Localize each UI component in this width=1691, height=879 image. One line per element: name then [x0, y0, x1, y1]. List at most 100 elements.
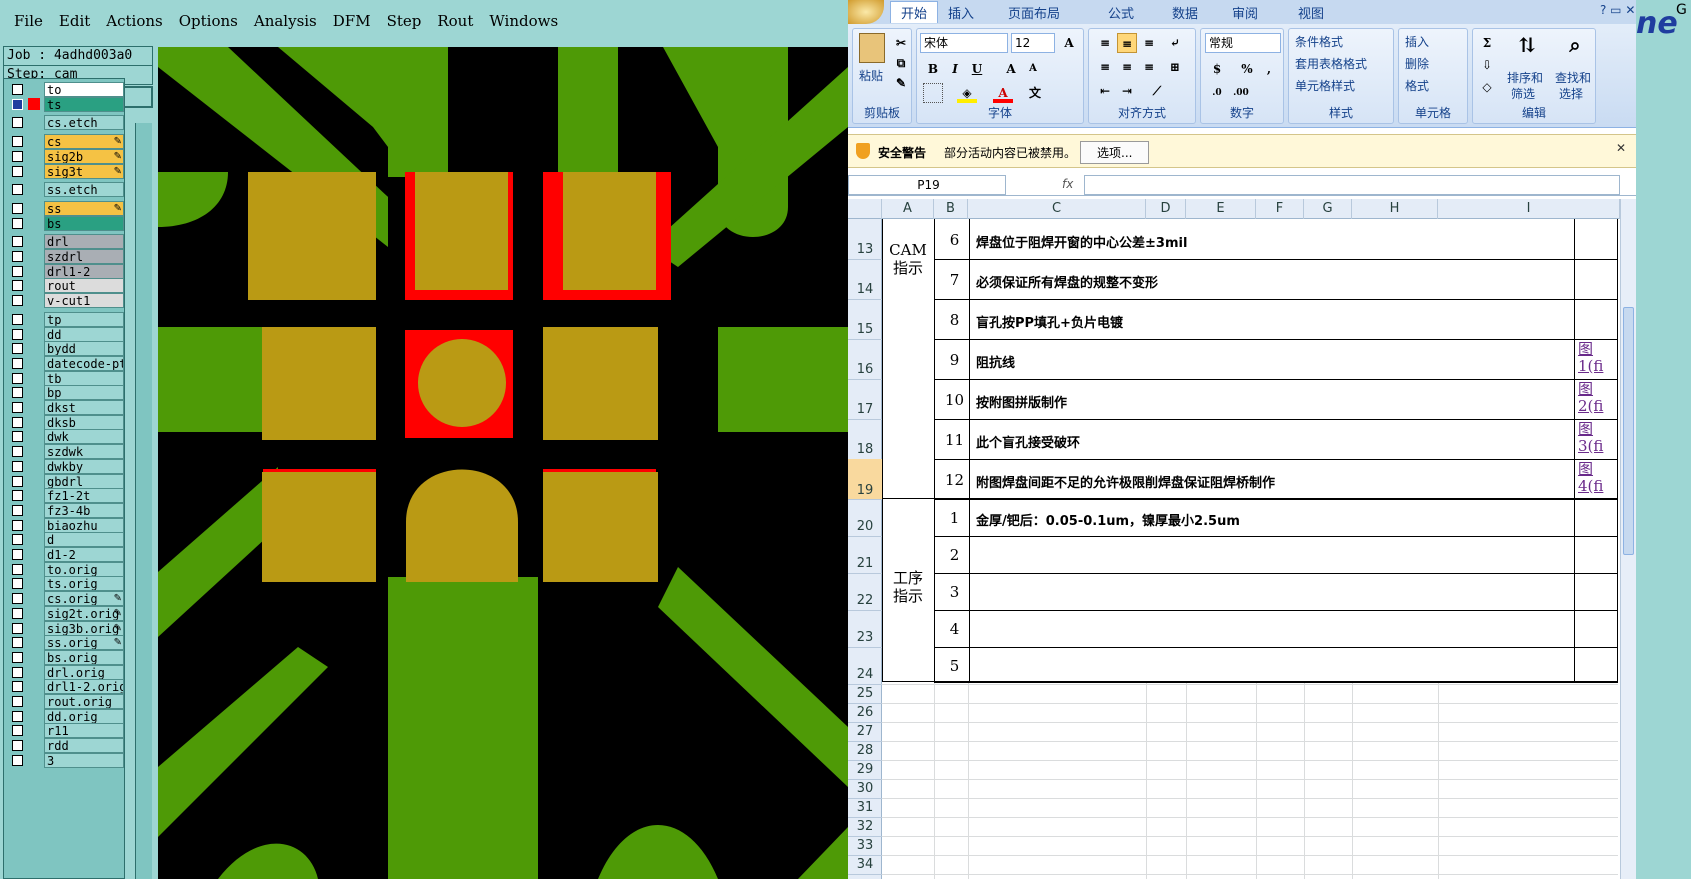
column-header[interactable]: D — [1146, 199, 1186, 219]
find-select-button-line2[interactable]: 选择 — [1559, 85, 1583, 102]
layer-checkbox[interactable] — [12, 651, 23, 663]
format-painter-icon[interactable]: ✎ — [891, 73, 911, 93]
layer-name[interactable]: biaozhu — [44, 517, 124, 533]
layer-list-scrollbar[interactable] — [135, 123, 152, 879]
layer-checkbox[interactable] — [12, 446, 23, 458]
layer-row[interactable]: sig3b.orig ✎ — [6, 620, 124, 636]
layer-row[interactable]: drl1-2.orig — [6, 679, 124, 695]
layer-name[interactable]: sig2t.orig — [44, 605, 124, 621]
layer-checkbox[interactable] — [12, 504, 23, 516]
layer-name[interactable]: rout — [44, 278, 124, 294]
close-icon[interactable]: ✕ — [1616, 141, 1626, 155]
layer-row[interactable]: dd — [6, 326, 124, 342]
layer-name[interactable]: drl — [44, 234, 124, 250]
layer-row[interactable]: szdrl — [6, 249, 124, 264]
layer-checkbox[interactable] — [12, 549, 23, 560]
column-header[interactable]: F — [1256, 199, 1304, 219]
align-left-icon[interactable]: ≡ — [1095, 57, 1115, 77]
layer-name[interactable]: r11 — [44, 723, 124, 739]
select-all-corner[interactable] — [848, 199, 882, 219]
row-header[interactable]: 14 — [848, 282, 882, 297]
column-header[interactable]: C — [968, 199, 1146, 219]
layer-row[interactable]: cs ✎ — [6, 134, 124, 150]
layer-checkbox[interactable] — [12, 184, 23, 196]
layer-name[interactable]: tp — [44, 311, 124, 327]
layer-name[interactable]: drl1-2.orig — [44, 679, 124, 695]
row-header[interactable]: 27 — [848, 724, 882, 739]
align-bottom-icon[interactable]: ≡ — [1139, 33, 1159, 53]
menu-rout[interactable]: Rout — [437, 12, 473, 30]
layer-row[interactable]: 3 — [6, 752, 124, 768]
layer-name[interactable]: sig3b.orig — [44, 620, 124, 636]
row-header[interactable]: 13 — [848, 242, 882, 257]
ribbon-tab[interactable]: 公式 — [1108, 3, 1134, 22]
layer-row[interactable]: dwkby — [6, 458, 124, 474]
layer-checkbox[interactable] — [12, 416, 23, 428]
layer-name[interactable]: rdd — [44, 738, 124, 754]
font-color-icon[interactable]: A — [993, 83, 1013, 103]
delete-cells-button[interactable]: 删除 — [1405, 55, 1429, 72]
layer-checkbox[interactable] — [12, 343, 23, 355]
border-icon[interactable] — [923, 83, 943, 103]
layer-checkbox[interactable] — [12, 165, 23, 177]
layer-name[interactable]: cs — [44, 134, 124, 150]
layer-name[interactable]: drl.orig — [44, 664, 124, 680]
layer-checkbox[interactable] — [12, 710, 23, 722]
layer-row[interactable]: bs — [6, 215, 124, 231]
layer-name[interactable]: dkst — [44, 400, 124, 415]
layer-row[interactable]: r11 — [6, 723, 124, 739]
layer-name[interactable]: d — [44, 532, 124, 548]
figure-link[interactable]: 图 1(fi — [1578, 341, 1614, 375]
percent-icon[interactable]: % — [1237, 59, 1257, 79]
layer-checkbox[interactable] — [12, 150, 23, 162]
menu-actions[interactable]: Actions — [106, 12, 162, 30]
row-header[interactable]: 18 — [848, 442, 882, 457]
find-select-button[interactable]: 查找和 — [1555, 69, 1591, 86]
ribbon-tab[interactable]: 开始 — [890, 1, 939, 23]
insert-cells-button[interactable]: 插入 — [1405, 33, 1429, 50]
row-header[interactable]: 30 — [848, 781, 882, 796]
layer-row[interactable]: tp — [6, 311, 124, 327]
layer-name[interactable]: cs.orig — [44, 591, 124, 607]
layer-row[interactable]: szdwk — [6, 444, 124, 460]
copy-icon[interactable]: ⧉ — [891, 53, 911, 73]
layer-row[interactable]: dkst — [6, 400, 124, 415]
layer-checkbox[interactable] — [12, 328, 23, 340]
font-name-combo[interactable]: 宋体 — [920, 33, 1008, 53]
layer-checkbox[interactable] — [12, 475, 23, 487]
row-header[interactable]: 15 — [848, 322, 882, 337]
name-box[interactable]: P19 — [848, 175, 1006, 195]
layer-row[interactable]: dwk — [6, 429, 124, 445]
layer-checkbox[interactable] — [12, 117, 23, 129]
layer-row[interactable]: sig2b ✎ — [6, 148, 124, 164]
layer-checkbox[interactable] — [12, 460, 23, 472]
menu-edit[interactable]: Edit — [59, 12, 90, 30]
menu-file[interactable]: File — [14, 12, 43, 30]
layer-checkbox[interactable] — [12, 265, 23, 277]
layer-row[interactable]: d — [6, 532, 124, 548]
column-header[interactable]: E — [1186, 199, 1256, 219]
layer-row[interactable]: drl.orig — [6, 664, 124, 680]
layer-row[interactable]: drl — [6, 234, 124, 250]
row-header[interactable]: 26 — [848, 705, 882, 720]
layer-row[interactable]: rout — [6, 278, 124, 294]
format-as-table-button[interactable]: 套用表格格式 — [1295, 55, 1367, 72]
layer-checkbox[interactable] — [12, 534, 23, 546]
layer-row[interactable]: biaozhu — [6, 517, 124, 533]
layer-checkbox[interactable] — [12, 295, 23, 307]
underline-button[interactable]: U — [967, 59, 987, 79]
align-center-icon[interactable]: ≡ — [1117, 57, 1137, 77]
layer-checkbox[interactable] — [12, 84, 23, 95]
sort-filter-button-line2[interactable]: 筛选 — [1511, 85, 1535, 102]
layer-row[interactable]: to.orig — [6, 561, 124, 577]
layer-row[interactable]: ts.orig — [6, 576, 124, 592]
layer-name[interactable]: ss.etch — [44, 182, 124, 198]
column-header[interactable]: G — [1304, 199, 1352, 219]
layer-name[interactable]: 3 — [44, 752, 124, 768]
layer-checkbox[interactable] — [12, 666, 23, 678]
align-right-icon[interactable]: ≡ — [1139, 57, 1159, 77]
row-header[interactable]: 33 — [848, 838, 882, 853]
currency-icon[interactable]: $ — [1207, 59, 1227, 79]
grow-font-icon[interactable]: A — [1059, 33, 1079, 53]
row-header[interactable]: 32 — [848, 819, 882, 834]
